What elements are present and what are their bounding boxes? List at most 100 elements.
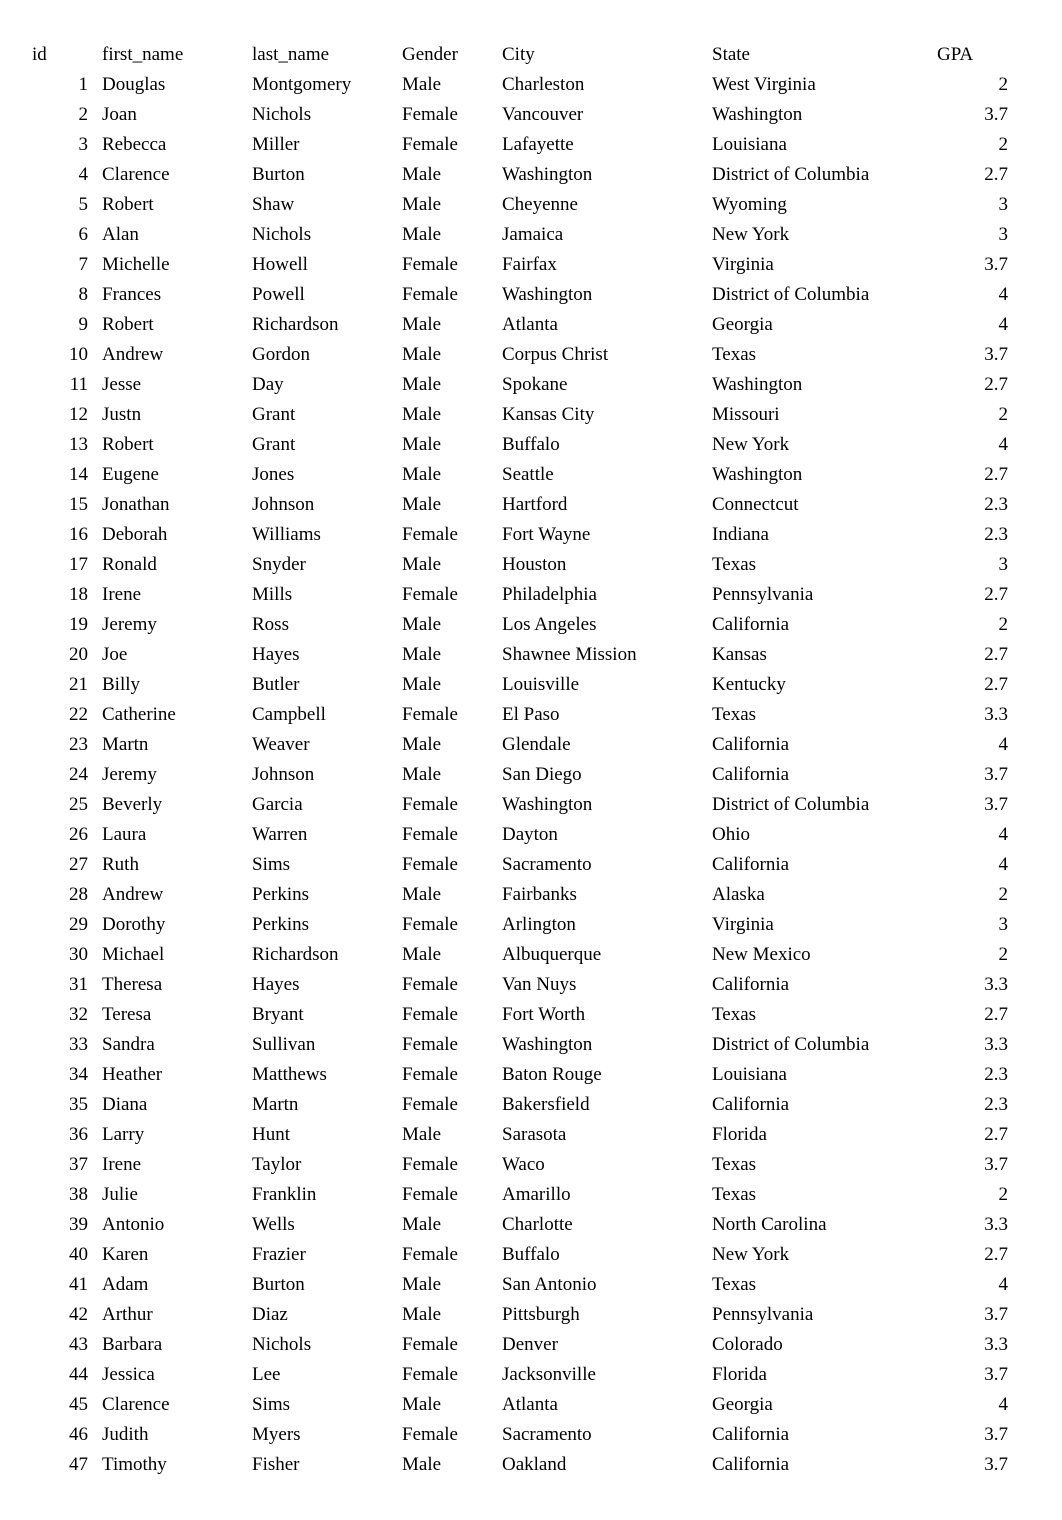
- cell-gender: Female: [400, 1330, 500, 1360]
- cell-last-name: Howell: [250, 250, 400, 280]
- cell-last-name: Garcia: [250, 790, 400, 820]
- cell-city: Buffalo: [500, 430, 710, 460]
- cell-gpa: 3: [935, 190, 1010, 220]
- cell-last-name: Nichols: [250, 220, 400, 250]
- cell-gpa: 2.3: [935, 490, 1010, 520]
- cell-last-name: Myers: [250, 1420, 400, 1450]
- cell-last-name: Ross: [250, 610, 400, 640]
- cell-last-name: Campbell: [250, 700, 400, 730]
- table-row: 26LauraWarrenFemaleDaytonOhio4: [30, 820, 1010, 850]
- cell-last-name: Grant: [250, 430, 400, 460]
- cell-state: Virginia: [710, 250, 935, 280]
- cell-gpa: 4: [935, 430, 1010, 460]
- table-row: 33SandraSullivanFemaleWashingtonDistrict…: [30, 1030, 1010, 1060]
- cell-last-name: Wells: [250, 1210, 400, 1240]
- cell-gpa: 2.7: [935, 1120, 1010, 1150]
- cell-gender: Female: [400, 970, 500, 1000]
- cell-id: 31: [30, 970, 100, 1000]
- cell-last-name: Matthews: [250, 1060, 400, 1090]
- table-row: 22CatherineCampbellFemaleEl PasoTexas3.3: [30, 700, 1010, 730]
- cell-last-name: Snyder: [250, 550, 400, 580]
- cell-state: Florida: [710, 1360, 935, 1390]
- cell-gender: Male: [400, 1390, 500, 1420]
- cell-first-name: Jeremy: [100, 610, 250, 640]
- cell-id: 38: [30, 1180, 100, 1210]
- cell-state: Texas: [710, 1150, 935, 1180]
- table-row: 28AndrewPerkinsMaleFairbanksAlaska2: [30, 880, 1010, 910]
- cell-gender: Female: [400, 790, 500, 820]
- table-row: 24JeremyJohnsonMaleSan DiegoCalifornia3.…: [30, 760, 1010, 790]
- table-row: 11JesseDayMaleSpokaneWashington2.7: [30, 370, 1010, 400]
- cell-id: 37: [30, 1150, 100, 1180]
- cell-id: 32: [30, 1000, 100, 1030]
- table-row: 9RobertRichardsonMaleAtlantaGeorgia4: [30, 310, 1010, 340]
- cell-state: Louisiana: [710, 1060, 935, 1090]
- cell-state: Georgia: [710, 1390, 935, 1420]
- cell-gender: Male: [400, 370, 500, 400]
- cell-first-name: Robert: [100, 430, 250, 460]
- cell-id: 34: [30, 1060, 100, 1090]
- cell-gpa: 3.3: [935, 970, 1010, 1000]
- cell-last-name: Montgomery: [250, 70, 400, 100]
- cell-city: Charleston: [500, 70, 710, 100]
- cell-last-name: Martn: [250, 1090, 400, 1120]
- cell-id: 10: [30, 340, 100, 370]
- cell-gpa: 3.7: [935, 760, 1010, 790]
- cell-state: Texas: [710, 550, 935, 580]
- cell-id: 8: [30, 280, 100, 310]
- cell-city: Oakland: [500, 1450, 710, 1480]
- cell-first-name: Adam: [100, 1270, 250, 1300]
- cell-first-name: Ronald: [100, 550, 250, 580]
- cell-city: San Diego: [500, 760, 710, 790]
- cell-gender: Female: [400, 1060, 500, 1090]
- table-row: 23MartnWeaverMaleGlendaleCalifornia4: [30, 730, 1010, 760]
- cell-state: District of Columbia: [710, 160, 935, 190]
- cell-first-name: Theresa: [100, 970, 250, 1000]
- table-row: 15JonathanJohnsonMaleHartfordConnectcut2…: [30, 490, 1010, 520]
- cell-first-name: Andrew: [100, 880, 250, 910]
- cell-id: 12: [30, 400, 100, 430]
- cell-city: Spokane: [500, 370, 710, 400]
- cell-city: Albuquerque: [500, 940, 710, 970]
- cell-city: Dayton: [500, 820, 710, 850]
- cell-gender: Female: [400, 1150, 500, 1180]
- cell-city: Washington: [500, 1030, 710, 1060]
- table-row: 42ArthurDiazMalePittsburghPennsylvania3.…: [30, 1300, 1010, 1330]
- table-row: 36LarryHuntMaleSarasotaFlorida2.7: [30, 1120, 1010, 1150]
- cell-gpa: 2: [935, 940, 1010, 970]
- cell-first-name: Joan: [100, 100, 250, 130]
- table-row: 35DianaMartnFemaleBakersfieldCalifornia2…: [30, 1090, 1010, 1120]
- header-gender: Gender: [400, 40, 500, 70]
- cell-city: San Antonio: [500, 1270, 710, 1300]
- cell-state: Washington: [710, 100, 935, 130]
- cell-first-name: Frances: [100, 280, 250, 310]
- cell-first-name: Jeremy: [100, 760, 250, 790]
- cell-state: Washington: [710, 370, 935, 400]
- table-row: 14EugeneJonesMaleSeattleWashington2.7: [30, 460, 1010, 490]
- cell-last-name: Nichols: [250, 100, 400, 130]
- cell-city: Bakersfield: [500, 1090, 710, 1120]
- cell-first-name: Judith: [100, 1420, 250, 1450]
- cell-city: Buffalo: [500, 1240, 710, 1270]
- cell-id: 24: [30, 760, 100, 790]
- cell-gender: Male: [400, 310, 500, 340]
- table-row: 17RonaldSnyderMaleHoustonTexas3: [30, 550, 1010, 580]
- cell-gpa: 3: [935, 910, 1010, 940]
- table-row: 32TeresaBryantFemaleFort WorthTexas2.7: [30, 1000, 1010, 1030]
- cell-first-name: Ruth: [100, 850, 250, 880]
- cell-state: California: [710, 1450, 935, 1480]
- cell-city: Los Angeles: [500, 610, 710, 640]
- cell-gpa: 3: [935, 550, 1010, 580]
- cell-gpa: 3.7: [935, 1450, 1010, 1480]
- cell-last-name: Fisher: [250, 1450, 400, 1480]
- cell-state: Virginia: [710, 910, 935, 940]
- cell-state: District of Columbia: [710, 1030, 935, 1060]
- cell-state: California: [710, 850, 935, 880]
- cell-first-name: Andrew: [100, 340, 250, 370]
- cell-first-name: Barbara: [100, 1330, 250, 1360]
- cell-gpa: 2.7: [935, 580, 1010, 610]
- table-row: 12JustnGrantMaleKansas CityMissouri2: [30, 400, 1010, 430]
- cell-state: Texas: [710, 1180, 935, 1210]
- cell-state: District of Columbia: [710, 790, 935, 820]
- table-row: 47TimothyFisherMaleOaklandCalifornia3.7: [30, 1450, 1010, 1480]
